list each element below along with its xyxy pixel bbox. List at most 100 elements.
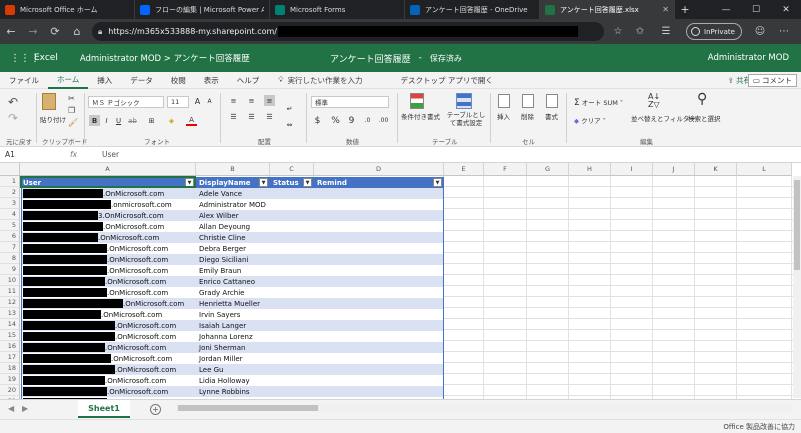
format-painter-icon[interactable]: 🖌︎ (68, 118, 78, 127)
user-cell[interactable]: 3.OnMicrosoft.com (21, 210, 197, 221)
redo-icon[interactable]: ↷ (8, 111, 18, 125)
format-cells-icon[interactable] (546, 94, 558, 108)
column-header[interactable]: H (569, 163, 611, 176)
row-header[interactable]: 11 (0, 286, 20, 297)
add-sheet-icon[interactable]: + (150, 404, 161, 415)
delete-cells-icon[interactable] (522, 94, 534, 108)
horizontal-scroll-thumb[interactable] (178, 405, 318, 411)
currency-icon[interactable]: $ (312, 115, 323, 126)
minimize-icon[interactable]: — (711, 0, 741, 19)
row-header[interactable]: 2 (0, 187, 20, 198)
font-size-select[interactable]: 11 (167, 96, 189, 108)
forward-icon[interactable]: → (22, 21, 44, 43)
column-header[interactable]: I (611, 163, 653, 176)
display-name-cell[interactable]: Administrator MOD (197, 199, 271, 210)
column-header[interactable]: C (270, 163, 314, 176)
row-header[interactable]: 15 (0, 330, 20, 341)
align-bottom-icon[interactable]: ≡ (264, 95, 275, 106)
row-header[interactable]: 19 (0, 374, 20, 385)
comma-icon[interactable]: 9 (346, 115, 357, 126)
column-header[interactable]: B (196, 163, 270, 176)
align-middle-icon[interactable]: ≡ (246, 95, 257, 106)
display-name-cell[interactable]: Johanna Lorenz (197, 331, 271, 342)
italic-button[interactable]: I (101, 115, 112, 126)
table-header-cell[interactable]: Status (271, 177, 303, 188)
column-header[interactable]: J (653, 163, 695, 176)
display-name-cell[interactable]: Alex Wilber (197, 210, 271, 221)
open-in-desktop-button[interactable]: デスクトップ アプリで開く (392, 72, 502, 89)
sheet-nav-prev-icon[interactable]: ◀ (8, 404, 14, 413)
column-header[interactable]: K (695, 163, 737, 176)
favorites-icon[interactable]: ☰ (658, 23, 674, 40)
row-header[interactable]: 10 (0, 275, 20, 286)
comments-button[interactable]: ▭ コメント (747, 74, 797, 87)
more-icon[interactable]: ⋯ (776, 23, 792, 40)
display-name-cell[interactable]: Jordan Miller (197, 353, 271, 364)
user-cell[interactable]: .OnMicrosoft.com (21, 265, 197, 276)
row-header[interactable]: 5 (0, 220, 20, 231)
ribbon-tab[interactable]: ホーム (48, 72, 89, 89)
column-header[interactable]: E (444, 163, 484, 176)
row-header[interactable]: 7 (0, 242, 20, 253)
row-header[interactable]: 4 (0, 209, 20, 220)
formula-input[interactable]: User (94, 150, 119, 159)
collections-icon[interactable]: ✩ (632, 23, 648, 40)
horizontal-scrollbar[interactable] (176, 404, 793, 412)
browser-tab[interactable]: アンケート回答履歴 - OneDrive (405, 0, 540, 19)
increase-decimal-icon[interactable]: .0 (362, 115, 373, 126)
format-label[interactable]: 書式 (545, 111, 558, 121)
ribbon-tab[interactable]: ヘルプ (228, 72, 269, 89)
display-name-cell[interactable]: Irvin Sayers (197, 309, 271, 320)
sheet-tab-sheet1[interactable]: Sheet1 (78, 400, 130, 418)
browser-tab[interactable]: Microsoft Forms (270, 0, 405, 19)
user-cell[interactable]: .OnMicrosoft.com (21, 364, 197, 375)
row-header[interactable]: 9 (0, 264, 20, 275)
user-cell[interactable]: .OnMicrosoft.com (21, 353, 197, 364)
profile-icon[interactable]: ☺ (752, 23, 768, 40)
paste-label[interactable]: 貼り付け (40, 114, 66, 124)
table-header-cell[interactable]: User (21, 177, 185, 188)
display-name-cell[interactable]: Adele Vance (197, 188, 271, 199)
back-icon[interactable]: ← (0, 21, 22, 43)
user-cell[interactable]: .OnMicrosoft.com (21, 188, 197, 199)
user-cell[interactable]: .OnMicrosoft.com (21, 254, 197, 265)
user-cell[interactable]: .OnMicrosoft.com (21, 287, 197, 298)
row-header[interactable]: 13 (0, 308, 20, 319)
filter-dropdown-icon[interactable]: ▼ (433, 178, 442, 187)
breadcrumb[interactable]: Administrator MOD > アンケート回答履歴 (80, 52, 250, 64)
column-header[interactable]: D (314, 163, 444, 176)
filter-dropdown-icon[interactable]: ▼ (303, 178, 312, 187)
vertical-scroll-thumb[interactable] (794, 180, 800, 270)
tab-close-icon[interactable]: ✕ (662, 5, 669, 14)
align-left-icon[interactable]: ☰ (228, 111, 239, 122)
user-cell[interactable]: .OnMicrosoft.com (21, 375, 197, 386)
row-header[interactable]: 14 (0, 319, 20, 330)
user-cell[interactable]: .OnMicrosoft.com (21, 309, 197, 320)
shrink-font-icon[interactable]: A (204, 96, 215, 107)
display-name-cell[interactable]: Christie Cline (197, 232, 271, 243)
clear-button[interactable]: ◆ クリア ˅ (574, 115, 606, 125)
home-icon[interactable]: ⌂ (66, 21, 88, 43)
filter-dropdown-icon[interactable]: ▼ (185, 178, 194, 187)
copy-icon[interactable]: ❐ (68, 106, 75, 115)
row-header[interactable]: 12 (0, 297, 20, 308)
align-right-icon[interactable]: ☰ (264, 111, 275, 122)
user-cell[interactable]: .OnMicrosoft.com (21, 298, 197, 309)
display-name-cell[interactable]: Isaiah Langer (197, 320, 271, 331)
autosum-button[interactable]: Σ オート SUM ˅ (574, 97, 623, 108)
new-tab-button[interactable]: + (675, 0, 695, 19)
row-header[interactable]: 3 (0, 198, 20, 209)
row-header[interactable]: 6 (0, 231, 20, 242)
underline-button[interactable]: U (113, 115, 124, 126)
search-icon[interactable]: ⚲ (697, 91, 707, 107)
font-color-icon[interactable]: A (186, 115, 197, 126)
user-cell[interactable]: .OnMicrosoft.com (21, 386, 197, 397)
format-as-table-icon[interactable] (456, 93, 472, 109)
user-cell[interactable]: .OnMicrosoft.com (21, 221, 197, 232)
row-header[interactable]: 17 (0, 352, 20, 363)
select-all-corner[interactable] (0, 163, 20, 176)
strikethrough-button[interactable]: ab (127, 115, 138, 126)
spreadsheet-grid[interactable]: A B C D E F G H I J K L 1 2 3 4 5 6 7 8 9 10 11 12 13 14 15 16 17 18 1… (0, 163, 801, 399)
user-cell[interactable]: .OnMicrosoft.com (21, 331, 197, 342)
decrease-decimal-icon[interactable]: .00 (378, 115, 389, 126)
